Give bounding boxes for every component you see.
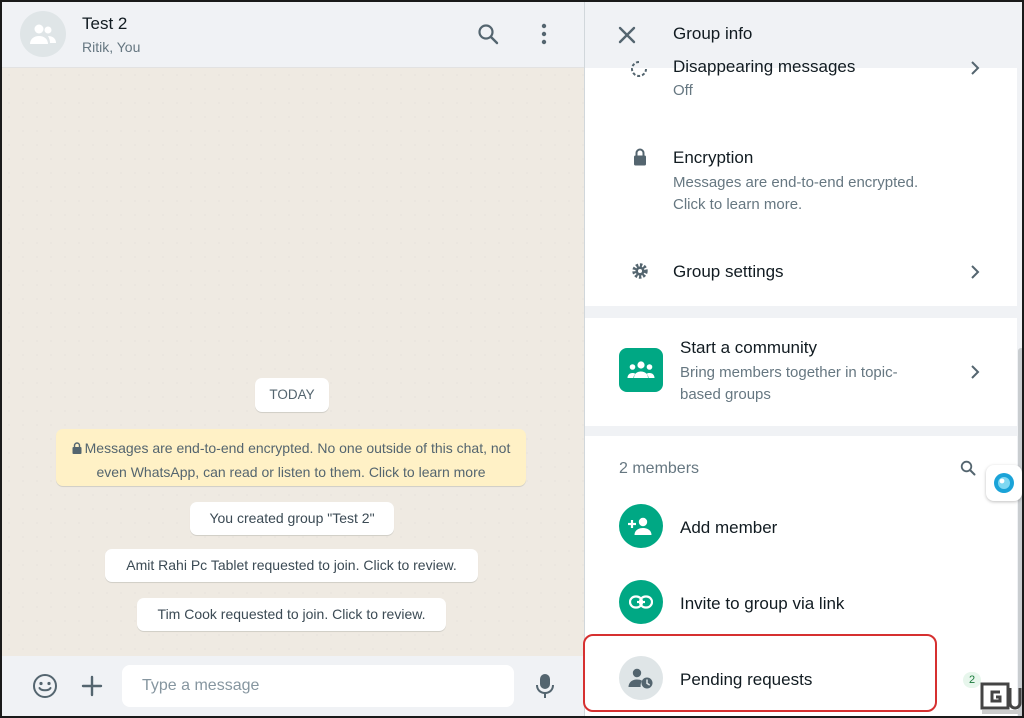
add-member-circle bbox=[619, 504, 663, 548]
timer-icon bbox=[631, 61, 647, 77]
encryption-desc-line1: Messages are end-to-end encrypted. bbox=[673, 174, 919, 191]
members-count: 2 members bbox=[619, 460, 700, 477]
group-info-scrollbar[interactable] bbox=[1017, 68, 1022, 716]
encryption-label: Encryption bbox=[673, 148, 754, 167]
pending-requests-row[interactable]: Pending requests bbox=[585, 654, 1017, 714]
add-member-label: Add member bbox=[680, 518, 778, 537]
more-vertical-icon bbox=[541, 23, 547, 45]
community-card[interactable]: Start a community Bring members together… bbox=[585, 318, 1017, 426]
search-button[interactable] bbox=[474, 20, 502, 48]
group-avatar-icon bbox=[30, 24, 56, 44]
message-composer bbox=[2, 656, 584, 716]
pending-person-icon bbox=[628, 668, 653, 689]
encryption-notice-text: Messages are end-to-end encrypted. No on… bbox=[84, 440, 511, 480]
chevron-right-icon bbox=[971, 365, 980, 379]
emoji-button[interactable] bbox=[31, 672, 59, 700]
lock-icon bbox=[72, 442, 82, 454]
mic-icon bbox=[536, 674, 554, 698]
group-settings-row[interactable]: Group settings bbox=[585, 246, 1017, 298]
chat-header[interactable]: Test 2 Ritik, You bbox=[2, 2, 584, 68]
search-icon[interactable] bbox=[960, 460, 976, 476]
gear-icon bbox=[632, 263, 648, 279]
date-chip: TODAY bbox=[255, 378, 329, 412]
add-member-row[interactable]: Add member bbox=[585, 502, 1017, 562]
menu-button[interactable] bbox=[530, 20, 558, 48]
close-button[interactable] bbox=[615, 23, 639, 47]
encryption-desc-line2: Click to learn more. bbox=[673, 196, 803, 213]
chat-participants: Ritik, You bbox=[82, 39, 141, 55]
chevron-right-icon bbox=[971, 265, 980, 279]
members-card: 2 members Add member Invite to group via… bbox=[583, 436, 1017, 716]
invite-link-label: Invite to group via link bbox=[680, 594, 845, 613]
disappearing-messages-value: Off bbox=[673, 82, 693, 99]
voice-message-button[interactable] bbox=[531, 672, 559, 700]
link-icon bbox=[629, 595, 653, 609]
encryption-row[interactable]: Encryption Messages are end-to-end encry… bbox=[585, 138, 1017, 222]
encryption-notice[interactable]: Messages are end-to-end encrypted. No on… bbox=[56, 429, 526, 486]
group-info-title: Group info bbox=[673, 24, 753, 43]
lock-icon bbox=[634, 148, 646, 166]
chevron-right-icon bbox=[971, 61, 980, 75]
community-icon bbox=[627, 361, 655, 378]
notification-count-badge: 2 bbox=[963, 672, 981, 688]
emoji-icon bbox=[33, 674, 57, 698]
group-info-pane: Group info Disappearing messages Off Enc bbox=[583, 2, 1022, 716]
disappearing-messages-row[interactable]: Disappearing messages Off bbox=[585, 57, 1017, 118]
disappearing-messages-label: Disappearing messages bbox=[673, 57, 856, 76]
community-tile bbox=[619, 348, 663, 392]
system-message-join-request[interactable]: Amit Rahi Pc Tablet requested to join. C… bbox=[105, 549, 478, 582]
chat-messages[interactable]: TODAY Messages are end-to-end encrypted.… bbox=[2, 68, 584, 656]
chat-pane: Test 2 Ritik, You TODAY Messages are end… bbox=[2, 2, 584, 716]
invite-link-circle bbox=[619, 580, 663, 624]
site-watermark-logo bbox=[980, 682, 1022, 714]
assistant-orb-icon bbox=[994, 473, 1014, 493]
add-person-icon bbox=[628, 517, 652, 535]
group-info-settings-card: Disappearing messages Off Encryption Mes… bbox=[585, 57, 1017, 306]
system-message-created: You created group "Test 2" bbox=[190, 502, 394, 535]
close-icon bbox=[618, 26, 636, 44]
pending-requests-label: Pending requests bbox=[680, 670, 813, 689]
pending-requests-circle bbox=[619, 656, 663, 700]
attach-button[interactable] bbox=[78, 672, 106, 700]
search-icon bbox=[478, 24, 499, 45]
system-message-join-request[interactable]: Tim Cook requested to join. Click to rev… bbox=[137, 598, 446, 631]
start-community-label: Start a community bbox=[680, 338, 817, 357]
plus-icon bbox=[81, 675, 103, 697]
message-input[interactable] bbox=[122, 665, 514, 707]
app-frame: Test 2 Ritik, You TODAY Messages are end… bbox=[0, 0, 1024, 718]
group-avatar[interactable] bbox=[20, 11, 66, 57]
scroll-thumb[interactable] bbox=[1018, 348, 1022, 716]
start-community-desc-line2: based groups bbox=[680, 386, 771, 403]
assistant-extension-button[interactable] bbox=[986, 465, 1022, 501]
group-settings-label: Group settings bbox=[673, 262, 784, 281]
chat-title: Test 2 bbox=[82, 14, 128, 33]
start-community-desc-line1: Bring members together in topic- bbox=[680, 364, 898, 381]
invite-link-row[interactable]: Invite to group via link bbox=[585, 578, 1017, 638]
